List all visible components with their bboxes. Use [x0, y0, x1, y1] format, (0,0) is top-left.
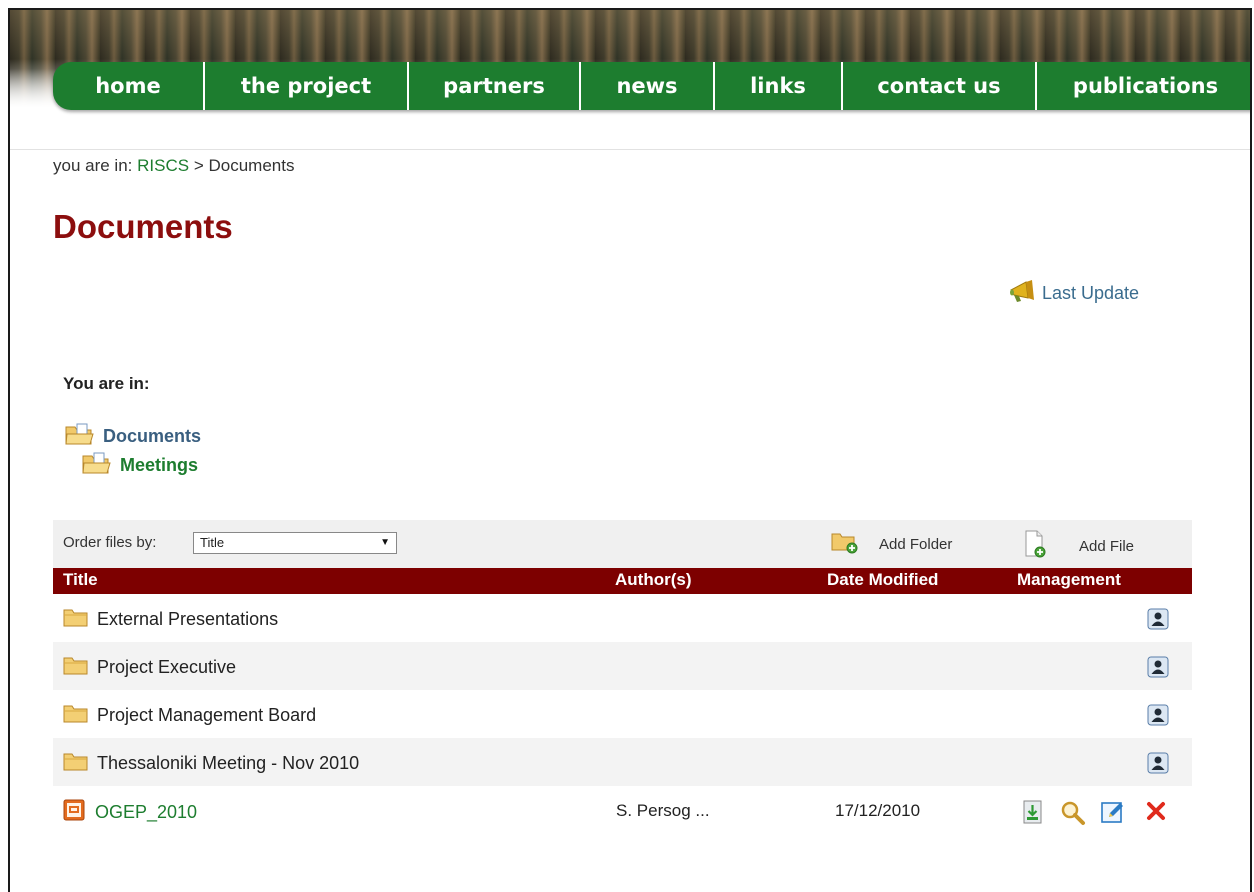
nav-item-contact-us[interactable]: contact us [843, 62, 1037, 110]
permissions-icon[interactable] [1147, 704, 1169, 731]
documents-toolbar: Order files by: Title ▼ Add Folder Add F… [53, 520, 1192, 568]
location-root-label: Documents [103, 426, 202, 446]
folder-name: Thessaloniki Meeting - Nov 2010 [97, 753, 360, 773]
row-author: S. Persog ... [616, 801, 710, 820]
table-row: OGEP_2010 S. Persog ... 17/12/2010 [53, 786, 1192, 834]
location-child-meetings[interactable]: Meetings [82, 451, 198, 480]
folder-icon [63, 655, 89, 680]
column-header-authors[interactable]: Author(s) [615, 570, 691, 590]
nav-item-label: links [750, 74, 806, 98]
table-row: Thessaloniki Meeting - Nov 2010 [53, 738, 1192, 786]
column-header-date-modified[interactable]: Date Modified [827, 570, 938, 590]
permissions-icon[interactable] [1147, 608, 1169, 635]
table-row: Project Management Board [53, 690, 1192, 738]
location-root-documents[interactable]: Documents [65, 422, 201, 451]
open-folder-icon [82, 451, 112, 480]
table-row: External Presentations [53, 594, 1192, 642]
dropdown-arrow-icon: ▼ [380, 537, 390, 548]
add-file-label: Add File [1079, 537, 1135, 555]
delete-icon[interactable] [1145, 800, 1167, 827]
nav-item-label: partners [443, 74, 545, 98]
breadcrumb-link-riscs[interactable]: RISCS [137, 156, 189, 175]
folder-name: Project Management Board [97, 705, 317, 725]
file-name: OGEP_2010 [95, 802, 198, 822]
page-title: Documents [53, 208, 233, 245]
main-nav: home the project partners news links con… [53, 62, 1250, 110]
nav-item-links[interactable]: links [715, 62, 843, 110]
breadcrumb-prefix: you are in: [53, 156, 133, 175]
row-date: 17/12/2010 [835, 801, 921, 820]
edit-icon[interactable] [1101, 800, 1125, 829]
open-folder-icon [65, 422, 95, 451]
breadcrumb-separator: > [193, 156, 204, 175]
nav-item-label: home [95, 74, 161, 98]
folder-link[interactable]: External Presentations [63, 607, 278, 632]
download-icon[interactable] [1021, 800, 1045, 829]
folder-name: Project Executive [97, 657, 237, 677]
breadcrumb-current: Documents [208, 156, 295, 175]
permissions-icon[interactable] [1147, 752, 1169, 779]
nav-item-home[interactable]: home [53, 62, 205, 110]
browser-frame: home the project partners news links con… [8, 8, 1252, 892]
folder-link[interactable]: Project Management Board [63, 703, 316, 728]
folder-icon [63, 607, 89, 632]
last-update-label: Last Update [1042, 283, 1140, 303]
nav-item-label: publications [1072, 74, 1219, 98]
last-update-link[interactable]: Last Update [1008, 278, 1139, 309]
add-file-icon [1023, 530, 1049, 562]
table-row: Project Executive [53, 642, 1192, 690]
add-folder-icon [831, 530, 859, 558]
divider [10, 149, 1250, 150]
location-heading: You are in: [63, 374, 150, 393]
add-file-button[interactable]: Add File [1023, 530, 1134, 562]
nav-item-news[interactable]: news [581, 62, 715, 110]
add-folder-button[interactable]: Add Folder [831, 530, 952, 558]
magnifier-icon[interactable] [1060, 800, 1086, 831]
nav-item-publications[interactable]: publications [1037, 62, 1250, 110]
presentation-file-icon [63, 799, 87, 826]
order-files-select[interactable]: Title ▼ [193, 532, 397, 554]
folder-link[interactable]: Project Executive [63, 655, 236, 680]
column-header-title[interactable]: Title [63, 570, 98, 590]
folder-icon [63, 703, 89, 728]
permissions-icon[interactable] [1147, 656, 1169, 683]
folder-name: External Presentations [97, 609, 279, 629]
breadcrumb: you are in: RISCS > Documents [53, 156, 294, 176]
file-link[interactable]: OGEP_2010 [63, 799, 197, 826]
nav-item-label: the project [240, 74, 372, 98]
folder-icon [63, 751, 89, 776]
nav-item-label: news [616, 74, 678, 98]
megaphone-icon [1008, 278, 1036, 309]
order-files-label: Order files by: [63, 534, 157, 551]
add-folder-label: Add Folder [879, 535, 953, 553]
order-files-value: Title [200, 535, 225, 550]
nav-item-partners[interactable]: partners [409, 62, 581, 110]
nav-item-the-project[interactable]: the project [205, 62, 409, 110]
table-header: Title Author(s) Date Modified Management [53, 568, 1192, 594]
column-header-management: Management [1017, 570, 1121, 589]
folder-link[interactable]: Thessaloniki Meeting - Nov 2010 [63, 751, 359, 776]
location-child-label: Meetings [120, 455, 199, 475]
nav-item-label: contact us [877, 74, 1001, 98]
